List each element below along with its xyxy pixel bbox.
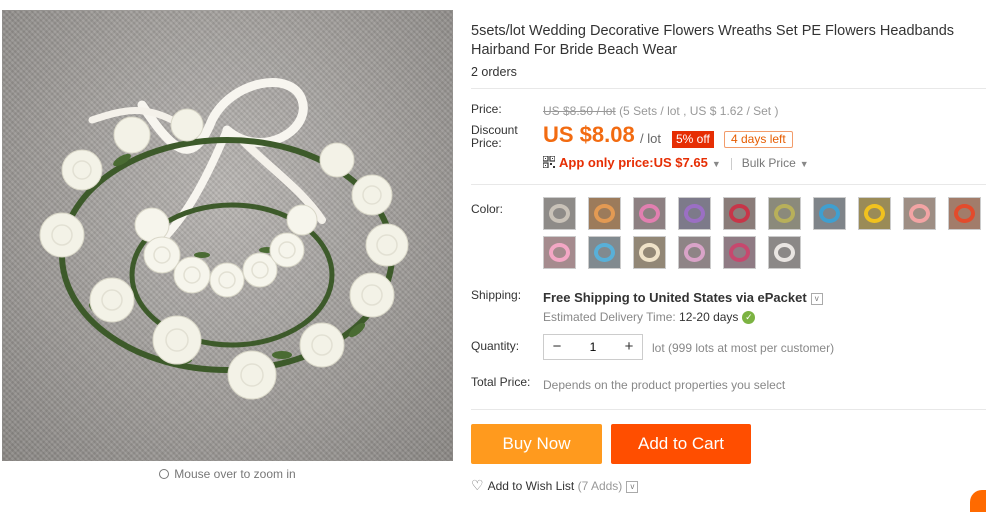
discount-price-label: Discount Price:: [471, 123, 518, 150]
zoom-hint: Mouse over to zoom in: [0, 467, 455, 481]
shipping-method-text[interactable]: Free Shipping to United States via ePack…: [543, 290, 807, 305]
product-image[interactable]: [2, 10, 453, 461]
bulk-price-link[interactable]: Bulk Price: [742, 156, 796, 170]
chevron-down-icon[interactable]: v: [626, 480, 639, 493]
quantity-stepper: − +: [543, 334, 643, 360]
discount-price: US $8.08: [543, 122, 635, 147]
checkmark-icon: ✓: [742, 311, 756, 325]
swatch-wreath-thumbnail: [549, 204, 570, 223]
color-swatch[interactable]: [588, 197, 621, 230]
product-title: 5sets/lot Wedding Decorative Flowers Wre…: [471, 23, 955, 58]
product-gallery: Mouse over to zoom in: [0, 0, 455, 512]
swatch-wreath-thumbnail: [954, 204, 975, 223]
swatch-wreath-thumbnail: [819, 204, 840, 223]
search-icon: [159, 469, 170, 479]
delivery-estimate-label: Estimated Delivery Time:: [543, 310, 676, 324]
color-swatch[interactable]: [678, 197, 711, 230]
color-swatch[interactable]: [543, 197, 576, 230]
swatch-wreath-thumbnail: [639, 243, 660, 262]
discount-badge: 5% off: [672, 131, 714, 148]
swatch-wreath-thumbnail: [729, 204, 750, 223]
shipping-label: Shipping:: [471, 288, 522, 302]
product-detail: 5sets/lot Wedding Decorative Flowers Wre…: [457, 0, 986, 512]
feedback-icon[interactable]: [970, 490, 986, 512]
color-swatch[interactable]: [678, 236, 711, 269]
color-swatch[interactable]: [768, 236, 801, 269]
swatch-wreath-thumbnail: [594, 243, 615, 262]
color-swatch[interactable]: [588, 236, 621, 269]
color-swatch[interactable]: [768, 197, 801, 230]
swatch-wreath-thumbnail: [684, 243, 705, 262]
divider: [471, 409, 986, 410]
color-label: Color:: [471, 202, 504, 216]
buy-now-button[interactable]: Buy Now: [471, 424, 602, 464]
qr-code-icon: [542, 155, 556, 169]
swatch-wreath-thumbnail: [549, 243, 570, 262]
chevron-down-icon[interactable]: ▼: [712, 159, 721, 169]
add-to-wish-list[interactable]: ♡ Add to Wish List (7 Adds) v: [471, 477, 639, 494]
color-swatch[interactable]: [723, 197, 756, 230]
chevron-down-icon[interactable]: v: [810, 292, 823, 305]
original-price: US $8.50 / lot (5 Sets / lot , US $ 1.62…: [543, 104, 778, 118]
total-price-label: Total Price:: [471, 375, 531, 389]
swatch-wreath-thumbnail: [639, 204, 660, 223]
color-swatch[interactable]: [813, 197, 846, 230]
swatch-wreath-thumbnail: [594, 204, 615, 223]
divider: [471, 184, 986, 185]
wreath-illustration: [39, 78, 409, 400]
color-swatch[interactable]: [633, 197, 666, 230]
app-price-row: App only price:US $7.65 ▼ Bulk Price ▼: [542, 155, 809, 170]
price-label: Price:: [471, 102, 502, 116]
quantity-input[interactable]: [570, 337, 616, 357]
quantity-limit-note: lot (999 lots at most per customer): [652, 341, 835, 355]
decrease-quantity-button[interactable]: −: [544, 335, 570, 359]
color-swatch[interactable]: [723, 236, 756, 269]
swatch-wreath-thumbnail: [684, 204, 705, 223]
swatch-wreath-thumbnail: [774, 204, 795, 223]
heart-icon[interactable]: ♡: [471, 477, 484, 494]
shipping-method[interactable]: Free Shipping to United States via ePack…: [543, 290, 823, 305]
original-price-value: US $8.50 / lot: [543, 104, 616, 118]
delivery-estimate-days: 12-20 days: [679, 310, 739, 324]
color-swatch[interactable]: [633, 236, 666, 269]
increase-quantity-button[interactable]: +: [616, 335, 642, 359]
quantity-label: Quantity:: [471, 339, 520, 353]
original-price-detail: (5 Sets / lot , US $ 1.62 / Set ): [619, 104, 779, 118]
color-swatch[interactable]: [903, 197, 936, 230]
color-swatch[interactable]: [858, 197, 891, 230]
zoom-hint-text: Mouse over to zoom in: [174, 467, 296, 481]
chevron-down-icon[interactable]: ▼: [800, 159, 809, 169]
delivery-estimate: Estimated Delivery Time: 12-20 days ✓: [543, 310, 756, 325]
swatch-wreath-thumbnail: [864, 204, 885, 223]
total-price-value: Depends on the product properties you se…: [543, 378, 786, 392]
swatch-wreath-thumbnail: [909, 204, 930, 223]
divider: [471, 88, 986, 89]
wish-list-label[interactable]: Add to Wish List: [488, 479, 575, 493]
swatch-wreath-thumbnail: [729, 243, 750, 262]
divider: [730, 157, 732, 170]
color-swatch[interactable]: [543, 236, 576, 269]
order-count[interactable]: 2 orders: [471, 65, 517, 79]
swatch-wreath-thumbnail: [774, 243, 795, 262]
app-only-price[interactable]: App only price:US $7.65: [559, 155, 708, 170]
days-left-badge: 4 days left: [724, 131, 793, 148]
add-to-cart-button[interactable]: Add to Cart: [611, 424, 751, 464]
per-lot-unit: / lot: [640, 131, 661, 146]
wish-list-count: (7 Adds): [577, 479, 623, 493]
color-swatch[interactable]: [948, 197, 981, 230]
